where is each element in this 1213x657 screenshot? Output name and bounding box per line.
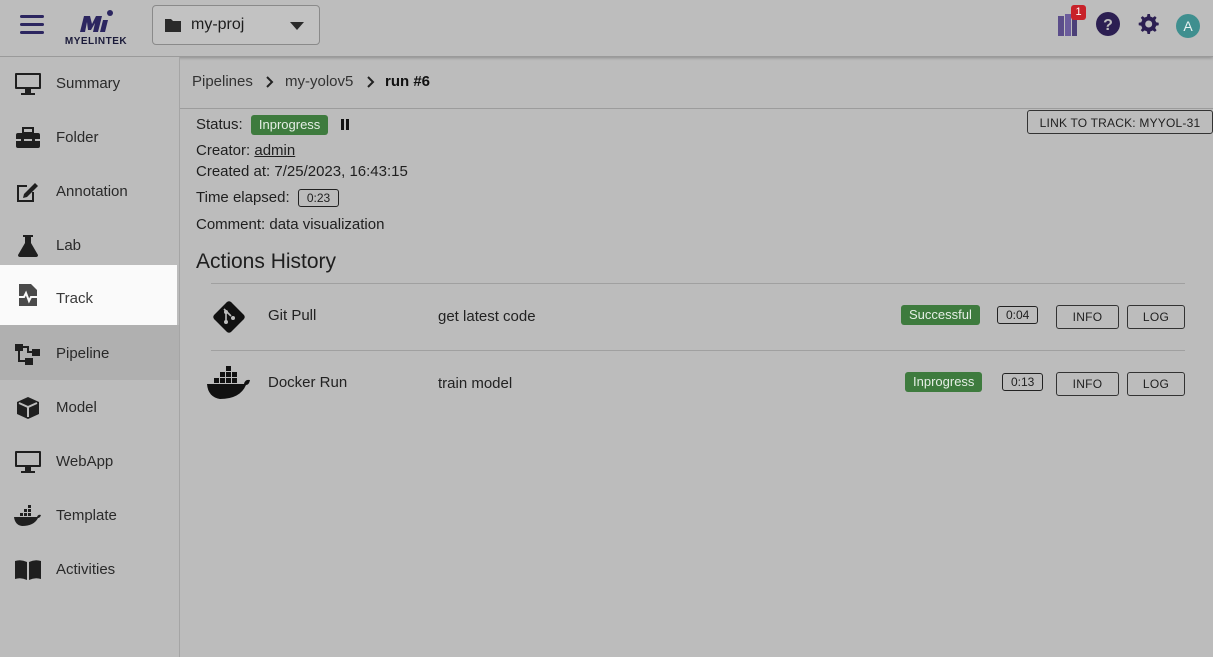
- avatar[interactable]: A: [1176, 14, 1200, 38]
- project-select[interactable]: my-proj: [152, 5, 320, 45]
- action-description: train model: [438, 375, 513, 392]
- book-icon: [15, 560, 41, 580]
- divider: [211, 350, 1185, 351]
- link-to-track-button[interactable]: LINK TO TRACK: MYYOL-31: [1027, 110, 1213, 134]
- sidebar-item-label: Summary: [56, 75, 121, 92]
- actions-history-title: Actions History: [196, 250, 337, 273]
- info-button[interactable]: INFO: [1056, 372, 1119, 396]
- status-badge: Inprogress: [250, 115, 329, 135]
- sidebar-item-track[interactable]: Track: [0, 265, 177, 325]
- docker-icon: [207, 366, 250, 399]
- svg-text:?: ?: [1103, 17, 1113, 34]
- creator-label: Creator:: [196, 142, 251, 159]
- creator-link[interactable]: admin: [254, 142, 295, 159]
- status-badge: Inprogress: [905, 372, 983, 392]
- header-divider: [180, 108, 1213, 109]
- docker-icon: [14, 505, 41, 526]
- project-name: my-proj: [191, 16, 245, 33]
- sidebar-item-model[interactable]: Model: [0, 381, 177, 435]
- sidebar-item-label: Track: [56, 290, 93, 307]
- time-elapsed-value: 0:23: [297, 189, 340, 207]
- top-bar: MyelinTek my-proj 1 ? A: [0, 0, 1213, 57]
- action-name: Git Pull: [268, 307, 317, 324]
- sidebar-item-label: Lab: [56, 237, 82, 254]
- toolbox-icon: [16, 127, 40, 148]
- sidebar-item-label: Template: [56, 507, 117, 524]
- cube-icon: [17, 397, 39, 419]
- breadcrumb-pipelines[interactable]: Pipelines: [192, 73, 253, 90]
- log-button[interactable]: LOG: [1127, 372, 1185, 396]
- breadcrumb-run: run #6: [385, 73, 431, 90]
- pipeline-icon: [15, 344, 40, 365]
- action-duration: 0:04: [997, 306, 1039, 324]
- sidebar-item-label: Annotation: [56, 183, 128, 200]
- creator-row: Creator: admin: [196, 142, 295, 159]
- log-button[interactable]: LOG: [1127, 305, 1185, 329]
- logo-mark-icon: [80, 10, 113, 32]
- sidebar-item-label: WebApp: [56, 453, 114, 470]
- status-label: Status:: [196, 116, 243, 133]
- track-file-icon: [19, 284, 37, 306]
- folder-icon: [165, 19, 181, 32]
- chevron-right-icon: [266, 76, 274, 88]
- menu-icon[interactable]: [20, 15, 44, 37]
- sidebar-item-activities[interactable]: Activities: [0, 543, 177, 597]
- edit-icon: [17, 183, 38, 202]
- sidebar-item-label: Activities: [56, 561, 116, 578]
- comment: Comment: data visualization: [196, 216, 385, 233]
- monitor-icon: [15, 73, 41, 95]
- monitor-icon: [15, 451, 41, 473]
- git-icon: [213, 301, 245, 333]
- pause-icon[interactable]: [340, 119, 350, 130]
- action-description: get latest code: [438, 308, 536, 325]
- help-icon[interactable]: ?: [1096, 12, 1120, 36]
- status-badge: Successful: [901, 305, 980, 325]
- sidebar-item-label: Folder: [56, 129, 99, 146]
- breadcrumb-pipeline-name[interactable]: my-yolov5: [285, 73, 353, 90]
- sidebar-item-label: Model: [56, 399, 97, 416]
- sidebar-item-folder[interactable]: Folder: [0, 111, 177, 165]
- gear-icon[interactable]: [1136, 12, 1160, 36]
- notification-badge: 1: [1071, 5, 1086, 20]
- chevron-right-icon: [367, 76, 375, 88]
- divider: [211, 283, 1185, 284]
- sidebar-item-webapp[interactable]: WebApp: [0, 435, 177, 489]
- sidebar-item-annotation[interactable]: Annotation: [0, 165, 177, 219]
- sidebar-item-template[interactable]: Template: [0, 489, 177, 543]
- sidebar-item-pipeline[interactable]: Pipeline: [0, 325, 179, 380]
- flask-icon: [18, 235, 38, 257]
- sidebar: Summary Folder Annotation Lab Track Pipe…: [0, 57, 180, 657]
- sidebar-item-summary[interactable]: Summary: [0, 57, 177, 111]
- status-row: Status: Inprogress: [196, 115, 350, 135]
- time-elapsed-label: Time elapsed:: [196, 189, 290, 206]
- action-duration: 0:13: [1002, 373, 1044, 391]
- time-elapsed-row: Time elapsed: 0:23: [196, 189, 340, 207]
- sidebar-item-label: Pipeline: [56, 345, 110, 362]
- info-button[interactable]: INFO: [1056, 305, 1119, 329]
- action-name: Docker Run: [268, 374, 348, 391]
- created-at: Created at: 7/25/2023, 16:43:15: [196, 163, 408, 180]
- logo[interactable]: MyelinTek: [60, 6, 132, 50]
- chevron-down-icon: [290, 22, 304, 30]
- logo-text: MyelinTek: [64, 36, 128, 47]
